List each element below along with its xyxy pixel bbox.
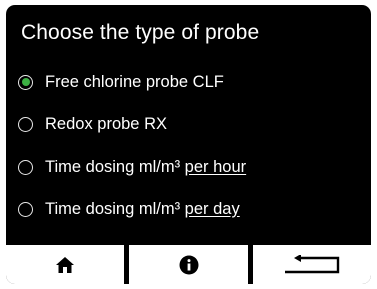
option-label-main: Time dosing ml/m³ [45,199,185,218]
option-free-chlorine-probe[interactable]: Free chlorine probe CLF [18,69,224,95]
probe-type-screen: Choose the type of probe Free chlorine p… [6,5,371,284]
home-icon [56,256,74,273]
option-label: Time dosing ml/m³ per day [45,200,240,219]
option-label-underlined: per day [184,199,240,218]
radio-icon[interactable] [18,159,33,175]
radio-selected-icon[interactable] [18,74,33,90]
option-label-underlined: per hour [184,157,247,176]
option-time-dosing-per-day[interactable]: Time dosing ml/m³ per day [18,196,240,222]
info-button[interactable] [129,245,248,284]
back-arrow-icon [285,254,340,273]
radio-icon[interactable] [18,201,33,217]
home-button[interactable] [6,245,124,284]
page-title: Choose the type of probe [21,21,260,44]
footer-bar [6,245,371,284]
option-label: Free chlorine probe CLF [45,72,224,91]
info-icon [179,255,198,274]
option-redox-probe[interactable]: Redox probe RX [18,111,167,137]
back-button[interactable] [253,245,371,284]
radio-icon[interactable] [18,116,33,132]
option-label: Time dosing ml/m³ per hour [45,158,246,177]
option-label: Redox probe RX [45,114,167,133]
option-time-dosing-per-hour[interactable]: Time dosing ml/m³ per hour [18,154,246,180]
option-label-main: Time dosing ml/m³ [45,157,185,176]
